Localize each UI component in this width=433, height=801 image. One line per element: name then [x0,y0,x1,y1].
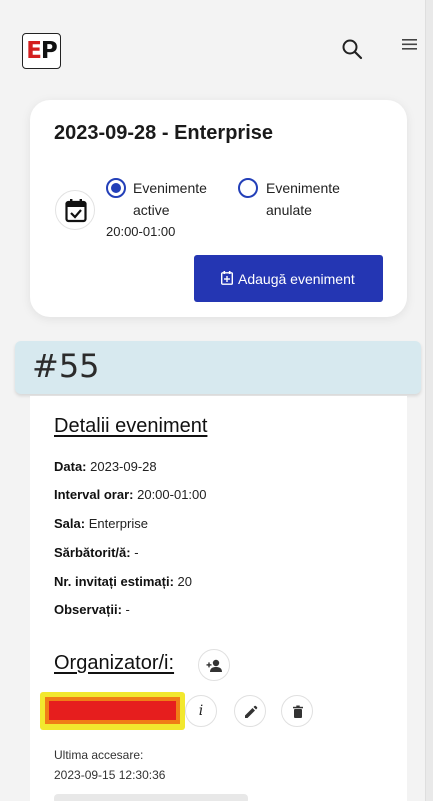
detail-label: Data: [54,459,87,474]
detail-label: Observații: [54,602,122,617]
add-event-label: Adaugă eveniment [238,271,355,287]
detail-row-guests: Nr. invitați estimați: 20 [54,574,192,589]
detail-label: Interval orar: [54,487,134,502]
menu-icon[interactable] [400,36,420,54]
detail-value: - [125,602,130,617]
organizer-title: Organizator/i: [54,652,175,674]
detail-value: 20:00-01:00 [137,487,207,502]
event-time-range: 20:00-01:00 [106,224,176,239]
detail-label: Sala: [54,516,86,531]
edit-organizer-button[interactable] [234,695,266,727]
event-summary-card: 2023-09-28 - Enterprise Evenimente activ… [30,100,407,317]
redaction-bar [49,701,176,720]
detail-value: 2023-09-28 [90,459,157,474]
radio-cancelled-events[interactable] [238,178,258,198]
last-access-label: Ultima accesare: [54,748,144,762]
calendar-button[interactable] [55,190,95,230]
organizer-info-button[interactable]: i [185,695,217,727]
radio-cancelled-label: Evenimente anulate [266,180,340,218]
detail-label: Sărbătorit/ă: [54,545,131,560]
logo-letter-e: E [26,38,42,64]
event-title: 2023-09-28 - Enterprise [54,122,274,144]
calendar-check-icon [65,199,87,223]
logo-letter-p: P [40,38,58,64]
radio-active-label: Evenimente active [133,180,207,218]
detail-row-date: Data: 2023-09-28 [54,459,157,474]
detail-label: Nr. invitați estimați: [54,574,174,589]
page-scrollbar-edge [425,0,433,801]
event-details-title: Detalii eveniment [54,415,208,437]
detail-row-celebrant: Sărbătorit/ă: - [54,545,139,560]
event-details-card: Detalii eveniment Data: 2023-09-28 Inter… [30,396,407,801]
radio-active-events[interactable] [106,178,126,198]
detail-value: Enterprise [88,516,148,531]
organizer-name-redacted [40,692,185,730]
reservation-number-banner: #55 [15,341,421,394]
detail-value: 20 [177,574,193,589]
trash-icon [293,705,303,718]
detail-row-interval: Interval orar: 20:00-01:00 [54,487,207,502]
reservation-number: #55 [32,347,100,385]
detail-row-room: Sala: Enterprise [54,516,148,531]
partial-bottom-element [54,794,248,801]
delete-organizer-button[interactable] [281,695,313,727]
app-logo[interactable]: EP [22,33,61,69]
calendar-plus-icon [220,271,234,288]
app-header: EP [0,0,425,90]
add-organizer-button[interactable] [198,649,230,681]
last-access-value: 2023-09-15 12:30:36 [54,768,166,782]
person-add-icon [206,659,222,672]
detail-value: - [134,545,139,560]
pencil-icon [245,705,258,718]
search-icon[interactable] [340,37,364,61]
add-event-button[interactable]: Adaugă eveniment [194,255,383,302]
detail-row-notes: Observații: - [54,602,130,617]
redaction-frame [45,697,180,724]
